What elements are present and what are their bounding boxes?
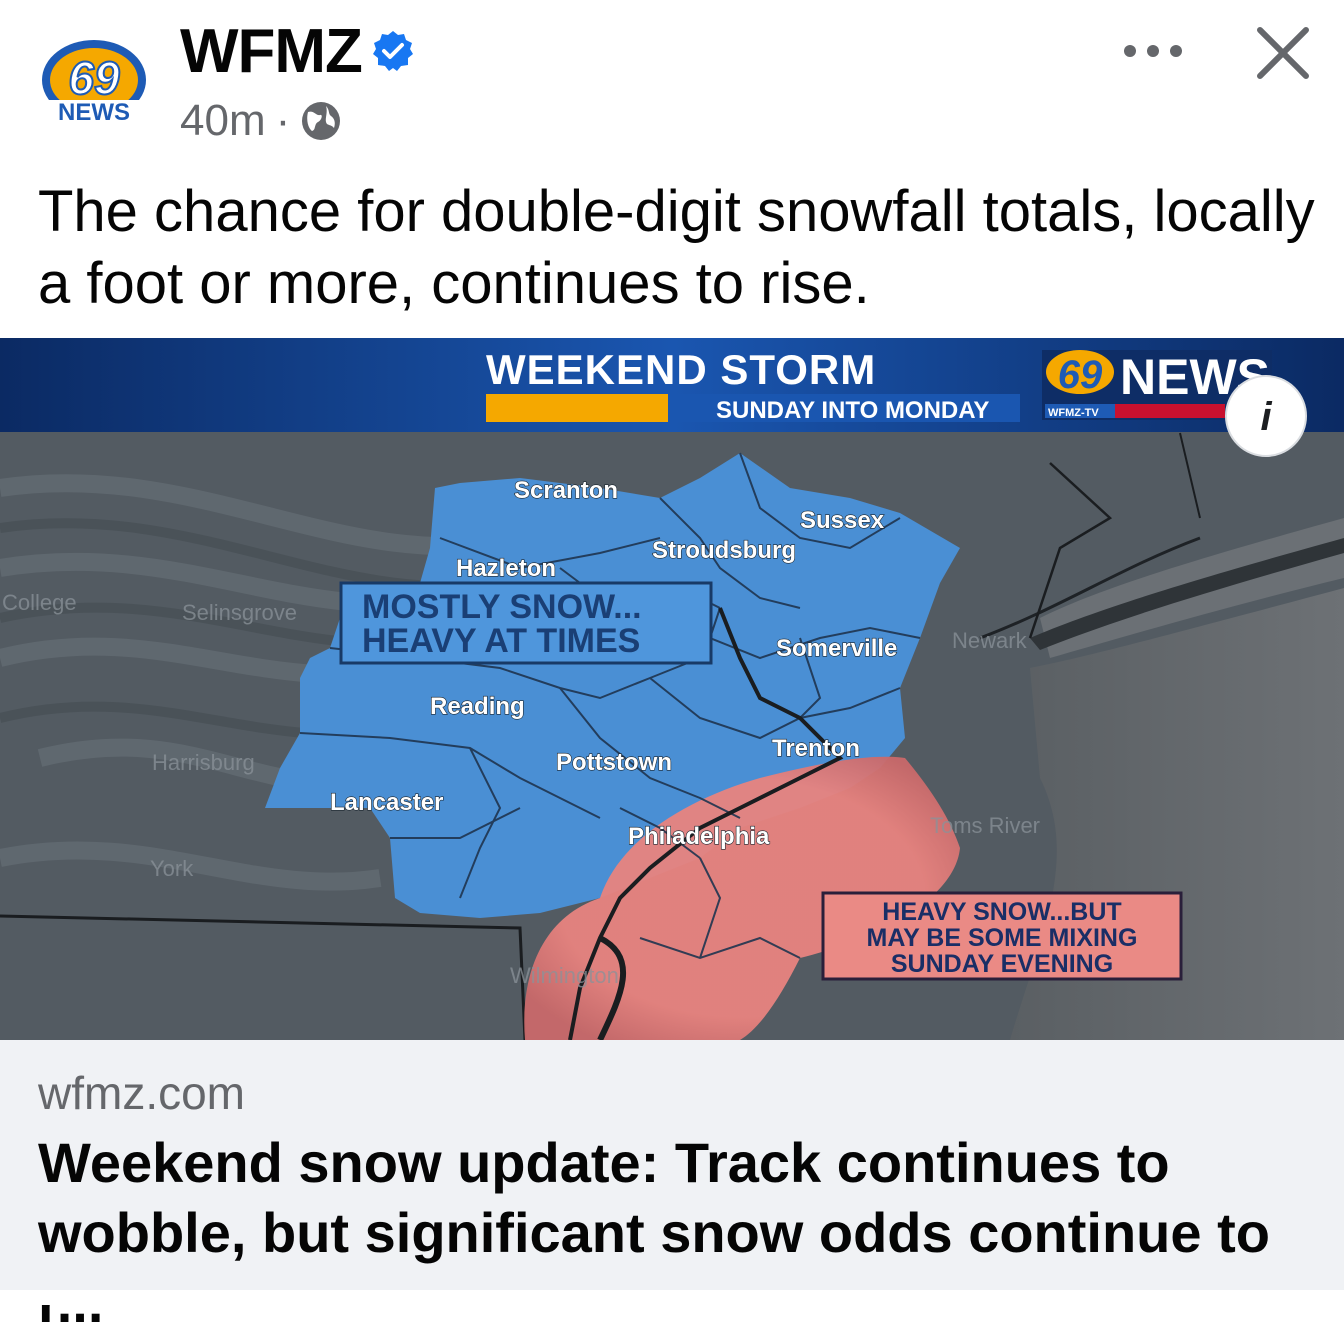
city-scranton: Scranton: [514, 477, 618, 504]
link-domain: wfmz.com: [38, 1067, 245, 1119]
city-lancaster: Lancaster: [330, 789, 443, 816]
more-options-icon[interactable]: [1118, 26, 1188, 76]
post-header: 69 NEWS WFMZ 40m ·: [0, 0, 1344, 160]
city-sussex: Sussex: [800, 507, 885, 534]
logo-number: 69: [1058, 353, 1103, 397]
city-trenton: Trenton: [772, 735, 860, 762]
meta-separator: ·: [275, 96, 291, 145]
snow-callout-line2: HEAVY AT TIMES: [362, 622, 640, 660]
city-reading: Reading: [430, 693, 525, 720]
place-newark: Newark: [952, 628, 1028, 653]
city-somerville: Somerville: [776, 635, 897, 662]
link-title[interactable]: Weekend snow update: Track continues to …: [38, 1128, 1318, 1338]
place-toms-river: Toms River: [930, 813, 1040, 838]
city-stroudsburg: Stroudsburg: [652, 537, 796, 564]
page-avatar[interactable]: 69 NEWS: [36, 28, 152, 144]
mix-callout-line2: MAY BE SOME MIXING: [867, 924, 1138, 952]
snow-callout: MOSTLY SNOW... HEAVY AT TIMES: [339, 581, 713, 665]
post-time[interactable]: 40m: [180, 96, 266, 146]
post-meta: 40m ·: [180, 96, 342, 146]
avatar-number: 69: [68, 52, 120, 104]
logo-sub: WFMZ-TV: [1048, 407, 1099, 419]
city-philadelphia: Philadelphia: [628, 823, 770, 850]
banner-accent-bar: [486, 394, 668, 422]
city-pottstown: Pottstown: [556, 749, 672, 776]
close-icon[interactable]: [1250, 20, 1316, 86]
info-icon: i: [1260, 395, 1272, 439]
storm-map: College Selinsgrove Harrisburg York Newa…: [0, 338, 1344, 1040]
mix-callout-line1: HEAVY SNOW...BUT: [882, 898, 1121, 926]
place-wilmington: Wilmington: [510, 963, 619, 988]
place-college: College: [2, 590, 77, 615]
place-york: York: [150, 856, 194, 881]
mix-callout: HEAVY SNOW...BUT MAY BE SOME MIXING SUND…: [821, 891, 1183, 981]
info-button[interactable]: i: [1225, 375, 1307, 457]
snow-callout-line1: MOSTLY SNOW...: [362, 588, 642, 626]
place-harrisburg: Harrisburg: [152, 750, 255, 775]
mix-callout-line3: SUNDAY EVENING: [891, 950, 1113, 978]
card-bottom: [0, 1290, 1344, 1305]
banner-subtitle: SUNDAY INTO MONDAY: [716, 397, 989, 424]
post-text: The chance for double-digit snowfall tot…: [38, 179, 1315, 316]
post-image[interactable]: College Selinsgrove Harrisburg York Newa…: [0, 338, 1344, 1040]
globe-icon: [302, 102, 341, 140]
avatar-label: NEWS: [58, 99, 130, 126]
place-selinsgrove: Selinsgrove: [182, 600, 297, 625]
wfmz-logo-icon: 69 NEWS: [36, 28, 152, 144]
page-name[interactable]: WFMZ: [180, 16, 363, 87]
verified-badge-icon: [373, 31, 413, 71]
city-hazleton: Hazleton: [456, 555, 556, 582]
banner-title: WEEKEND STORM: [486, 346, 876, 393]
